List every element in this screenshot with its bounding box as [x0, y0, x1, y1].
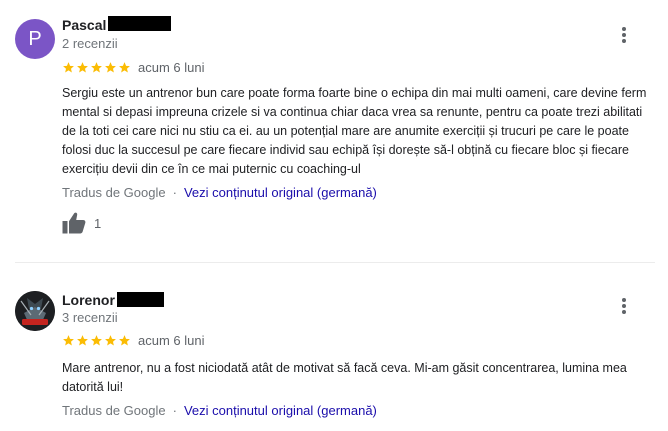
redacted-surname: [117, 292, 164, 307]
thumb-up-icon: [62, 212, 86, 234]
star-icon: [105, 335, 116, 346]
star-icon: [119, 335, 130, 346]
more-vert-icon[interactable]: [614, 296, 634, 316]
star-rating: [62, 334, 131, 347]
translated-by-label: Tradus de Google: [62, 403, 166, 418]
translation-row: Tradus de Google · Vezi conținutul origina…: [62, 403, 377, 419]
like-count: 1: [94, 215, 102, 231]
star-icon: [63, 62, 74, 73]
translation-row: Tradus de Google · Vezi conținutul origina…: [62, 185, 377, 201]
author-name[interactable]: Pascal: [62, 17, 106, 33]
review-text: Mare antrenor, nu a fost niciodată atât …: [62, 361, 627, 394]
review-card-pascal: P Pascal 2 recenzii acum 6 luni Sergiu e…: [0, 0, 668, 262]
view-original-link[interactable]: Vezi conținutul original (germană): [184, 403, 377, 418]
star-icon: [91, 62, 102, 73]
review-time: acum 6 luni: [138, 333, 205, 348]
review-time: acum 6 luni: [138, 60, 205, 75]
review-card-lorenor: Lorenor 3 recenzii acum 6 luni Mare antr…: [0, 263, 668, 431]
star-icon: [105, 62, 116, 73]
star-icon: [91, 335, 102, 346]
more-vert-icon[interactable]: [614, 25, 634, 45]
avatar[interactable]: [15, 291, 55, 331]
redacted-surname: [108, 16, 171, 31]
separator-dot: ·: [172, 403, 177, 418]
translated-by-label: Tradus de Google: [62, 185, 166, 200]
star-rating: [62, 61, 131, 74]
author-name[interactable]: Lorenor: [62, 292, 115, 308]
warrior-emblem-icon: [15, 291, 55, 331]
star-icon: [77, 335, 88, 346]
star-icon: [77, 62, 88, 73]
review-text: Sergiu este un antrenor bun care poate f…: [62, 86, 647, 176]
separator-dot: ·: [172, 185, 177, 200]
like-button[interactable]: 1: [62, 212, 101, 234]
view-original-link[interactable]: Vezi conținutul original (germană): [184, 185, 377, 200]
star-icon: [119, 62, 130, 73]
star-icon: [63, 335, 74, 346]
avatar[interactable]: P: [15, 19, 55, 59]
review-count[interactable]: 2 recenzii: [62, 36, 118, 52]
review-count[interactable]: 3 recenzii: [62, 310, 118, 326]
